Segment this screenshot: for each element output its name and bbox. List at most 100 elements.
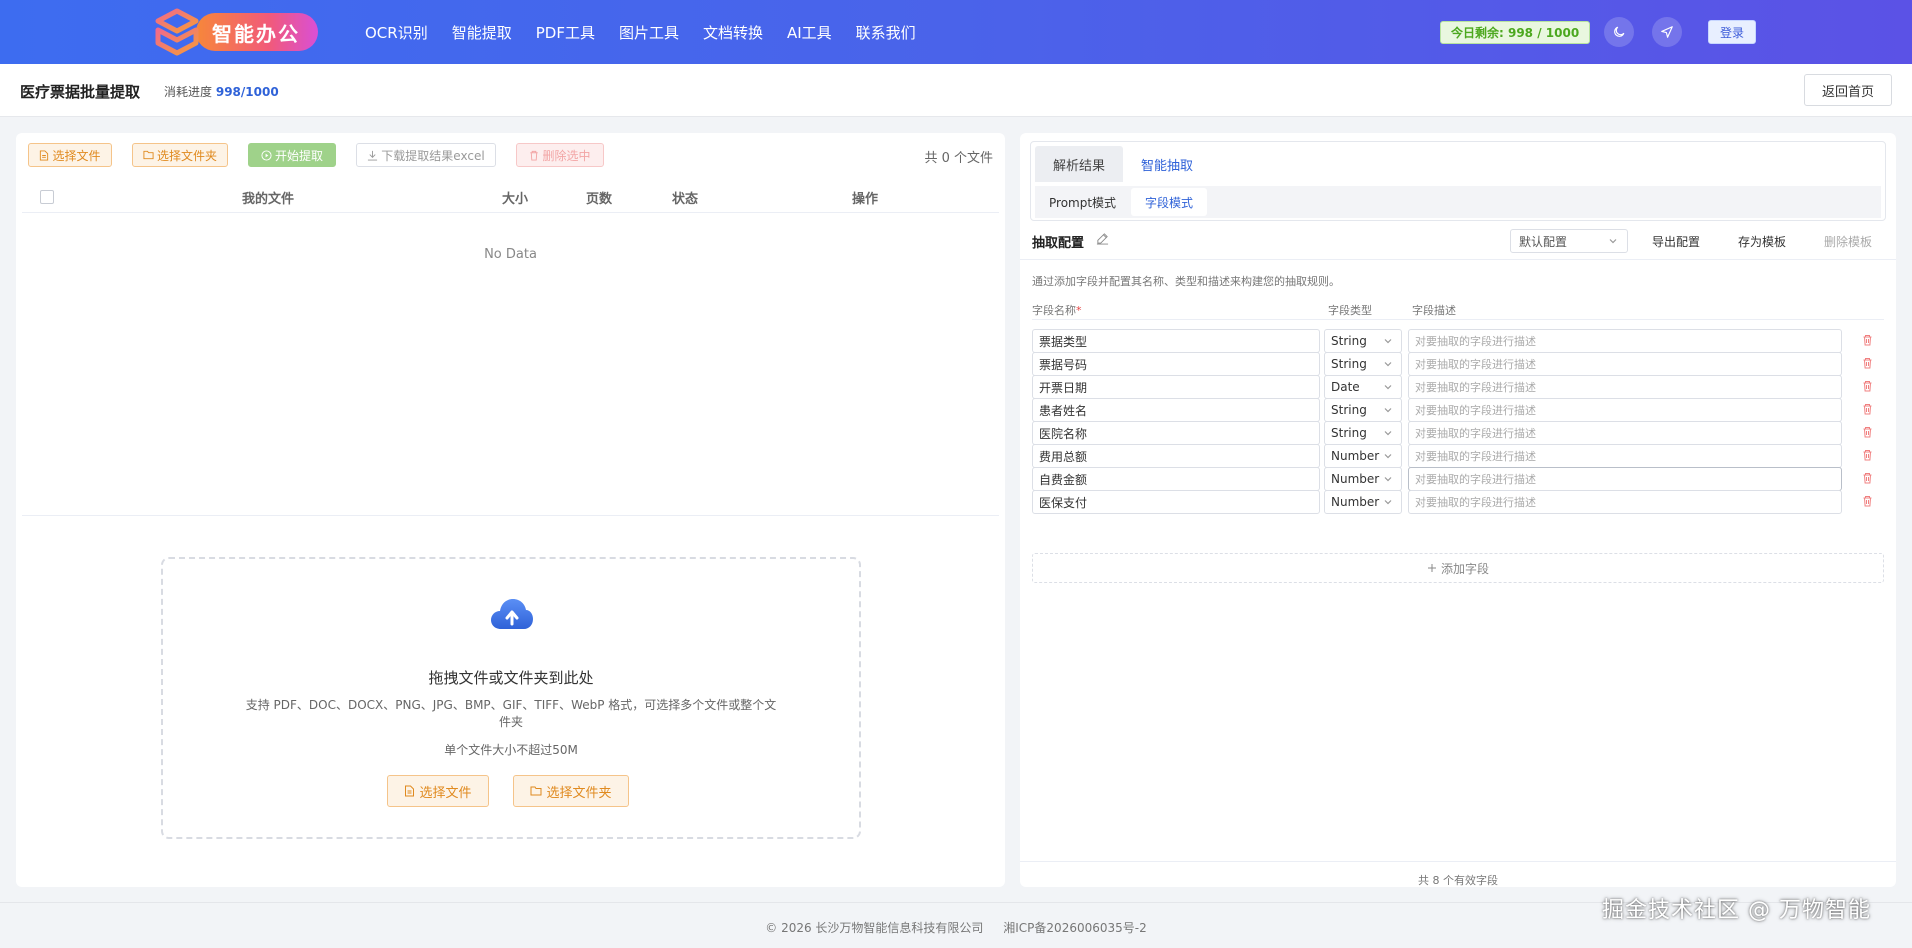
icp-link[interactable]: 湘ICP备2026006035号-2 [1003,921,1146,935]
save-template-button[interactable]: 存为模板 [1738,233,1786,250]
start-extract-label: 开始提取 [274,148,323,163]
back-home-button[interactable]: 返回首页 [1804,74,1892,106]
field-desc-input[interactable]: 对要抽取的字段进行描述 [1408,329,1842,353]
field-desc-input[interactable]: 对要抽取的字段进行描述 [1408,352,1842,376]
divider [1032,319,1884,320]
field-type-select[interactable]: Number [1324,490,1402,514]
field-type-select[interactable]: String [1324,352,1402,376]
dropzone-select-file-button[interactable]: 选择文件 [387,775,489,807]
field-type-select[interactable]: Number [1324,467,1402,491]
field-desc-input[interactable]: 对要抽取的字段进行描述 [1408,375,1842,399]
column-header-size[interactable]: 大小 [502,188,528,207]
nav-item-convert[interactable]: 文档转换 [703,22,763,43]
delete-selected-button[interactable]: 删除选中 [516,143,604,167]
delete-field-button[interactable] [1862,449,1873,465]
config-preset-value: 默认配置 [1519,234,1568,249]
nav-item-ai[interactable]: AI工具 [787,22,832,43]
download-excel-button[interactable]: 下载提取结果excel [356,143,496,167]
result-tabs: 解析结果 智能抽取 Prompt模式 字段模式 [1030,141,1886,221]
select-folder-label: 选择文件夹 [156,148,217,163]
delete-template-button[interactable]: 删除模板 [1824,233,1872,250]
field-name-input[interactable]: 票据类型 [1032,329,1320,353]
login-button[interactable]: 登录 [1708,20,1756,44]
tab-smart-extract[interactable]: 智能抽取 [1123,146,1211,182]
field-name-input[interactable]: 医保支付 [1032,490,1320,514]
field-name-input[interactable]: 费用总额 [1032,444,1320,468]
nav-item-extract[interactable]: 智能提取 [452,22,512,43]
field-name-input[interactable]: 票据号码 [1032,352,1320,376]
field-desc-input[interactable]: 对要抽取的字段进行描述 [1408,467,1842,491]
field-type-value: Date [1331,380,1360,394]
file-icon [40,149,49,161]
field-desc-input[interactable]: 对要抽取的字段进行描述 [1408,398,1842,422]
logo-icon [154,8,200,56]
trash-icon [1863,381,1872,392]
export-config-button[interactable]: 导出配置 [1652,233,1700,250]
delete-field-button[interactable] [1862,495,1873,511]
upload-dropzone[interactable]: 拖拽文件或文件夹到此处 支持 PDF、DOC、DOCX、PNG、JPG、BMP、… [161,557,861,839]
copyright-text: © 2026 长沙万物智能信息科技有限公司 [765,921,984,935]
column-header-field-name: 字段名称* [1032,302,1082,318]
column-header-name[interactable]: 我的文件 [242,188,294,207]
tab-prompt-mode[interactable]: Prompt模式 [1035,188,1130,216]
select-file-button[interactable]: 选择文件 [28,143,112,167]
chevron-down-icon [1384,385,1392,390]
field-row: 自费金额 Number 对要抽取的字段进行描述 [1032,467,1884,491]
plus-icon [1427,564,1436,572]
share-button[interactable] [1652,17,1682,47]
trash-icon [1863,335,1872,346]
field-row: 费用总额 Number 对要抽取的字段进行描述 [1032,444,1884,468]
field-type-select[interactable]: String [1324,329,1402,353]
chevron-down-icon [1384,431,1392,436]
nav-item-pdf[interactable]: PDF工具 [536,22,595,43]
nav-item-contact[interactable]: 联系我们 [856,22,916,43]
column-header-pages[interactable]: 页数 [586,188,612,207]
field-type-value: String [1331,357,1367,371]
column-header-field-desc: 字段描述 [1412,304,1456,317]
field-desc-input[interactable]: 对要抽取的字段进行描述 [1408,444,1842,468]
edit-icon[interactable] [1096,232,1109,249]
config-hint: 通过添加字段并配置其名称、类型和描述来构建您的抽取规则。 [1032,275,1340,288]
field-name-input[interactable]: 医院名称 [1032,421,1320,445]
delete-field-button[interactable] [1862,357,1873,373]
divider [22,515,999,516]
field-type-select[interactable]: Number [1324,444,1402,468]
delete-field-button[interactable] [1862,403,1873,419]
field-type-select[interactable]: String [1324,398,1402,422]
delete-field-button[interactable] [1862,334,1873,350]
chevron-down-icon [1384,339,1392,344]
field-desc-input[interactable]: 对要抽取的字段进行描述 [1408,421,1842,445]
brand-name: 智能办公 [196,13,318,51]
delete-field-button[interactable] [1862,380,1873,396]
column-header-status[interactable]: 状态 [672,188,698,207]
field-name-input[interactable]: 自费金额 [1032,467,1320,491]
field-type-value: String [1331,403,1367,417]
select-folder-button[interactable]: 选择文件夹 [132,143,228,167]
config-preset-select[interactable]: 默认配置 [1510,229,1628,253]
start-extract-button[interactable]: 开始提取 [248,143,336,167]
dark-mode-button[interactable] [1604,17,1634,47]
select-file-label: 选择文件 [52,148,101,163]
field-type-value: Number [1331,495,1380,509]
tab-parse-result[interactable]: 解析结果 [1035,146,1124,182]
dropzone-select-folder-button[interactable]: 选择文件夹 [513,775,629,807]
field-desc-input[interactable]: 对要抽取的字段进行描述 [1408,490,1842,514]
select-all-checkbox[interactable] [40,190,54,204]
chevron-down-icon [1384,500,1392,505]
valid-field-count: 共 8 个有效字段 [1418,874,1498,887]
field-name-input[interactable]: 患者姓名 [1032,398,1320,422]
add-field-button[interactable]: 添加字段 [1032,553,1884,583]
tab-field-mode[interactable]: 字段模式 [1131,188,1208,216]
field-type-select[interactable]: String [1324,421,1402,445]
delete-field-button[interactable] [1862,426,1873,442]
nav-item-ocr[interactable]: OCR识别 [365,22,428,43]
nav-item-image[interactable]: 图片工具 [619,22,679,43]
chevron-down-icon [1609,239,1617,244]
delete-field-button[interactable] [1862,472,1873,488]
add-field-label: 添加字段 [1440,561,1489,576]
file-panel: 选择文件 选择文件夹 开始提取 下载提取结果excel 删除选中 共 0 个文件… [16,133,1005,887]
field-type-select[interactable]: Date [1324,375,1402,399]
brand-logo[interactable]: 智能办公 [154,8,318,56]
column-header-action: 操作 [852,192,879,207]
field-name-input[interactable]: 开票日期 [1032,375,1320,399]
